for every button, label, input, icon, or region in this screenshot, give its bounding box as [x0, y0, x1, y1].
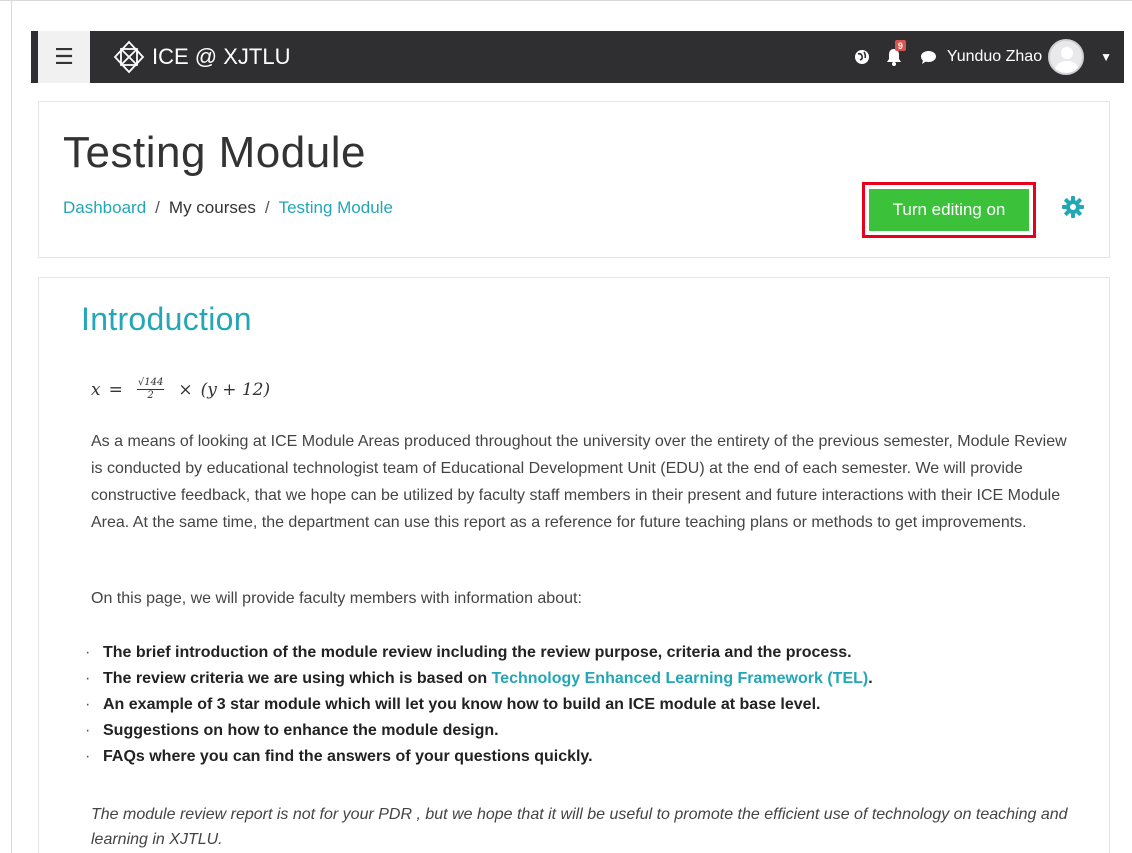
- formula-denominator: 2: [147, 390, 154, 401]
- edit-button-highlight: Turn editing on: [862, 182, 1036, 238]
- avatar[interactable]: [1048, 39, 1085, 75]
- list-item: · FAQs where you can find the answers of …: [85, 748, 593, 765]
- page-title: Testing Module: [63, 128, 366, 177]
- list-item: · The review criteria we are using which …: [85, 670, 873, 687]
- top-navbar: ☰ ICE @ XJTLU 9 Yunduo Zhao ▼: [31, 31, 1124, 83]
- info-intro-line: On this page, we will provide faculty me…: [91, 590, 582, 607]
- formula-rhs: (y + 12): [200, 379, 271, 400]
- breadcrumb-dashboard-link[interactable]: Dashboard: [63, 198, 146, 218]
- list-item: · Suggestions on how to enhance the modul…: [85, 722, 499, 739]
- formula-fraction: √144 2: [136, 377, 165, 401]
- info-list: · The brief introduction of the module re…: [85, 640, 873, 770]
- caret-down-icon[interactable]: ▼: [1100, 50, 1112, 64]
- chat-icon[interactable]: [920, 50, 937, 65]
- formula-times: ×: [178, 379, 193, 400]
- hamburger-icon: ☰: [54, 44, 74, 69]
- list-item: · An example of 3 star module which will …: [85, 696, 821, 713]
- page-header-card: Testing Module Dashboard / My courses / …: [38, 101, 1110, 258]
- breadcrumb: Dashboard / My courses / Testing Module: [63, 198, 393, 218]
- notifications-button[interactable]: 9: [886, 40, 906, 66]
- section-title: Introduction: [81, 301, 252, 337]
- formula-numerator: √144: [136, 377, 165, 390]
- user-name[interactable]: Yunduo Zhao: [947, 48, 1042, 66]
- globe-icon[interactable]: [854, 49, 870, 65]
- ice-logo-icon: [113, 40, 145, 74]
- frame-top-border: [0, 0, 1132, 1]
- tel-framework-link[interactable]: Technology Enhanced Learning Framework (…: [492, 670, 869, 687]
- brand-link[interactable]: ICE @ XJTLU: [112, 40, 290, 74]
- gear-icon[interactable]: [1061, 195, 1085, 224]
- formula-lhs: x: [91, 379, 101, 400]
- breadcrumb-separator: /: [155, 198, 160, 217]
- turn-editing-on-button[interactable]: Turn editing on: [869, 189, 1029, 231]
- list-item: · The brief introduction of the module re…: [85, 644, 852, 661]
- footer-note: The module review report is not for your…: [91, 806, 1068, 848]
- menu-toggle-button[interactable]: ☰: [38, 31, 90, 83]
- notification-count-badge: 9: [894, 40, 906, 51]
- module-content-card: Introduction x = √144 2 × (y + 12) As a …: [38, 277, 1110, 853]
- formula-equals: =: [108, 379, 123, 400]
- breadcrumb-current-link[interactable]: Testing Module: [279, 198, 393, 218]
- intro-paragraph: As a means of looking at ICE Module Area…: [91, 433, 1067, 531]
- breadcrumb-my-courses: My courses: [168, 198, 256, 217]
- brand-name: ICE @ XJTLU: [152, 44, 291, 69]
- breadcrumb-separator: /: [264, 198, 270, 217]
- math-formula: x = √144 2 × (y + 12): [91, 378, 270, 401]
- frame-left-border: [11, 0, 12, 853]
